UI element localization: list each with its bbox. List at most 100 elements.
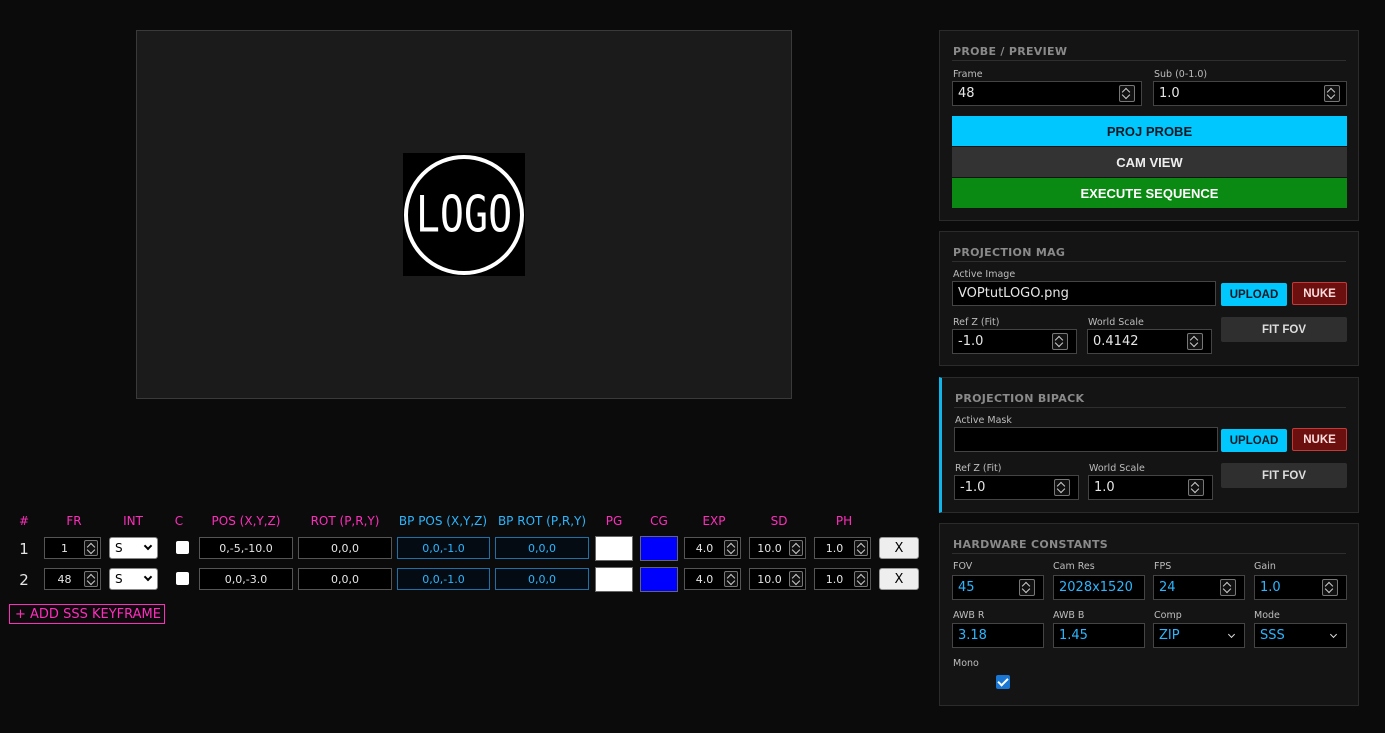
spinner-icon[interactable] bbox=[789, 540, 803, 556]
add-keyframe-button[interactable]: + ADD SSS KEYFRAME bbox=[9, 604, 165, 624]
world-scale-input[interactable]: 0.4142 bbox=[1087, 329, 1212, 354]
pg-color-swatch[interactable] bbox=[595, 567, 633, 592]
pos-input[interactable]: 0,-5,-10.0 bbox=[199, 537, 293, 559]
world-scale-input[interactable]: 1.0 bbox=[1088, 475, 1213, 500]
frame-input[interactable]: 48 bbox=[952, 81, 1142, 106]
mode-label: Mode bbox=[1254, 610, 1280, 621]
refz-input[interactable]: -1.0 bbox=[952, 329, 1077, 354]
bp-pos-input[interactable]: 0,0,-1.0 bbox=[397, 568, 490, 590]
spinner-icon[interactable] bbox=[1019, 579, 1035, 596]
panel-title: HARDWARE CONSTANTS bbox=[953, 538, 1109, 551]
active-mask-label: Active Mask bbox=[955, 415, 1012, 426]
col-header-pos: POS (X,Y,Z) bbox=[211, 514, 281, 528]
delete-keyframe-button[interactable]: X bbox=[879, 568, 919, 590]
spinner-icon[interactable] bbox=[1119, 85, 1135, 102]
spinner-icon[interactable] bbox=[1054, 479, 1070, 496]
upload-mask-button[interactable]: UPLOAD bbox=[1221, 429, 1287, 452]
pos-input[interactable]: 0,0,-3.0 bbox=[199, 568, 293, 590]
spinner-icon[interactable] bbox=[1220, 579, 1236, 596]
mode-select[interactable]: SSS bbox=[1254, 623, 1347, 648]
fps-label: FPS bbox=[1154, 561, 1172, 572]
execute-sequence-button[interactable]: EXECUTE SEQUENCE bbox=[952, 178, 1347, 208]
refz-label: Ref Z (Fit) bbox=[953, 317, 1000, 328]
refz-input[interactable]: -1.0 bbox=[954, 475, 1079, 500]
comp-label: Comp bbox=[1154, 610, 1182, 621]
projection-mag-panel: PROJECTION MAG Active Image VOPtutLOGO.p… bbox=[939, 231, 1359, 366]
refz-value: -1.0 bbox=[958, 334, 984, 349]
fov-input[interactable]: 45 bbox=[952, 575, 1044, 600]
spinner-icon[interactable] bbox=[1322, 579, 1338, 596]
bp-rot-input[interactable]: 0,0,0 bbox=[495, 568, 589, 590]
fov-label: FOV bbox=[953, 561, 973, 572]
sd-input[interactable]: 10.0 bbox=[749, 537, 806, 559]
awb-r-input[interactable]: 3.18 bbox=[952, 623, 1044, 648]
cg-color-swatch[interactable] bbox=[640, 567, 678, 592]
spinner-icon[interactable] bbox=[84, 540, 98, 556]
gain-input[interactable]: 1.0 bbox=[1254, 575, 1347, 600]
col-header-cg: CG bbox=[650, 514, 668, 528]
fit-fov-button[interactable]: FIT FOV bbox=[1221, 463, 1347, 488]
chevron-down-icon bbox=[1227, 630, 1236, 639]
col-header-pg: PG bbox=[605, 514, 623, 528]
divider bbox=[952, 553, 1346, 554]
sub-input[interactable]: 1.0 bbox=[1153, 81, 1347, 106]
upload-image-button[interactable]: UPLOAD bbox=[1221, 283, 1287, 306]
ph-input[interactable]: 1.0 bbox=[814, 568, 871, 590]
exp-value: 4.0 bbox=[695, 572, 714, 586]
active-image-field[interactable]: VOPtutLOGO.png bbox=[952, 281, 1216, 306]
frame-label: Frame bbox=[953, 69, 983, 80]
pg-color-swatch[interactable] bbox=[595, 536, 633, 561]
bp-rot-input[interactable]: 0,0,0 bbox=[495, 537, 589, 559]
interp-select[interactable]: S bbox=[109, 537, 158, 559]
sub-label: Sub (0-1.0) bbox=[1154, 69, 1208, 80]
bp-pos-input[interactable]: 0,0,-1.0 bbox=[397, 537, 490, 559]
proj-probe-button[interactable]: PROJ PROBE bbox=[952, 116, 1347, 146]
ph-input[interactable]: 1.0 bbox=[814, 537, 871, 559]
chevron-down-icon bbox=[143, 541, 153, 551]
exp-input[interactable]: 4.0 bbox=[684, 568, 741, 590]
frame-value: 1 bbox=[61, 541, 68, 555]
panel-title: PROBE / PREVIEW bbox=[953, 45, 1068, 58]
spinner-icon[interactable] bbox=[854, 571, 868, 587]
spinner-icon[interactable] bbox=[1187, 333, 1203, 350]
c-checkbox[interactable] bbox=[176, 541, 189, 554]
awb-r-label: AWB R bbox=[953, 610, 985, 621]
sd-input[interactable]: 10.0 bbox=[749, 568, 806, 590]
exp-input[interactable]: 4.0 bbox=[684, 537, 741, 559]
chevron-down-icon bbox=[143, 572, 153, 582]
cg-color-swatch[interactable] bbox=[640, 536, 678, 561]
gain-value: 1.0 bbox=[1260, 580, 1281, 595]
fps-input[interactable]: 24 bbox=[1153, 575, 1245, 600]
spinner-icon[interactable] bbox=[1052, 333, 1068, 350]
divider bbox=[952, 261, 1346, 262]
sd-value: 10.0 bbox=[757, 541, 782, 555]
spinner-icon[interactable] bbox=[789, 571, 803, 587]
mono-checkbox[interactable] bbox=[996, 675, 1010, 689]
spinner-icon[interactable] bbox=[724, 571, 738, 587]
interp-select[interactable]: S bbox=[109, 568, 158, 590]
frame-input[interactable]: 1 bbox=[44, 537, 101, 559]
chevron-down-icon bbox=[1329, 630, 1338, 639]
sd-value: 10.0 bbox=[757, 572, 782, 586]
comp-select[interactable]: ZIP bbox=[1153, 623, 1245, 648]
delete-keyframe-button[interactable]: X bbox=[879, 537, 919, 559]
c-checkbox[interactable] bbox=[176, 572, 189, 585]
cam-view-button[interactable]: CAM VIEW bbox=[952, 147, 1347, 177]
logo-image: LOGO bbox=[403, 153, 525, 276]
comp-value: ZIP bbox=[1159, 628, 1180, 643]
frame-input[interactable]: 48 bbox=[44, 568, 101, 590]
awb-b-input[interactable]: 1.45 bbox=[1053, 623, 1145, 648]
spinner-icon[interactable] bbox=[854, 540, 868, 556]
nuke-image-button[interactable]: NUKE bbox=[1292, 282, 1347, 305]
cam-res-input[interactable]: 2028x1520 bbox=[1053, 575, 1145, 600]
nuke-mask-button[interactable]: NUKE bbox=[1292, 428, 1347, 451]
rot-input[interactable]: 0,0,0 bbox=[298, 537, 392, 559]
rot-input[interactable]: 0,0,0 bbox=[298, 568, 392, 590]
world-scale-value: 0.4142 bbox=[1093, 334, 1139, 349]
active-mask-field[interactable] bbox=[954, 427, 1218, 452]
spinner-icon[interactable] bbox=[84, 571, 98, 587]
spinner-icon[interactable] bbox=[724, 540, 738, 556]
spinner-icon[interactable] bbox=[1324, 85, 1340, 102]
fit-fov-button[interactable]: FIT FOV bbox=[1221, 317, 1347, 342]
spinner-icon[interactable] bbox=[1188, 479, 1204, 496]
